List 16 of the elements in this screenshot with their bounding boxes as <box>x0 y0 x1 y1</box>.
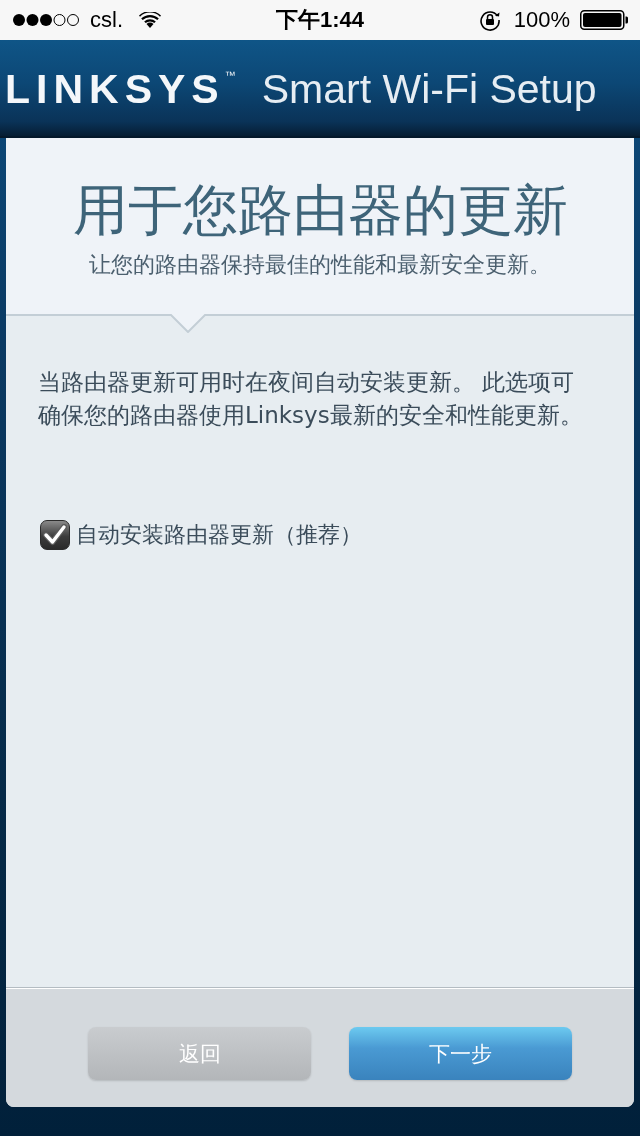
back-button[interactable]: 返回 <box>88 1027 311 1080</box>
battery-icon <box>580 10 628 30</box>
page-title: 用于您路由器的更新 <box>71 177 569 244</box>
auto-update-label: 自动安装路由器更新（推荐） <box>76 521 362 549</box>
carrier-name: csl. <box>90 7 123 33</box>
auto-update-checkbox[interactable] <box>40 520 70 550</box>
brand-logo: LINKSYS$^{™}$ <box>5 65 236 113</box>
signal-strength-icon <box>12 13 80 27</box>
status-time: 下午1:44 <box>276 6 364 34</box>
next-button[interactable]: 下一步 <box>349 1027 572 1080</box>
wifi-icon <box>139 12 161 28</box>
description-text: 当路由器更新可用时在夜间自动安装更新。 此选项可确保您的路由器使用Linksys最新的安全和性能更新。 <box>38 368 584 430</box>
page-subtitle: 让您的路由器保持最佳的性能和最新安全更新。 <box>88 251 552 279</box>
battery-percentage: 100% <box>513 7 570 33</box>
app-title: Smart Wi-Fi Setup <box>261 65 597 113</box>
rotation-lock-icon <box>478 9 501 31</box>
